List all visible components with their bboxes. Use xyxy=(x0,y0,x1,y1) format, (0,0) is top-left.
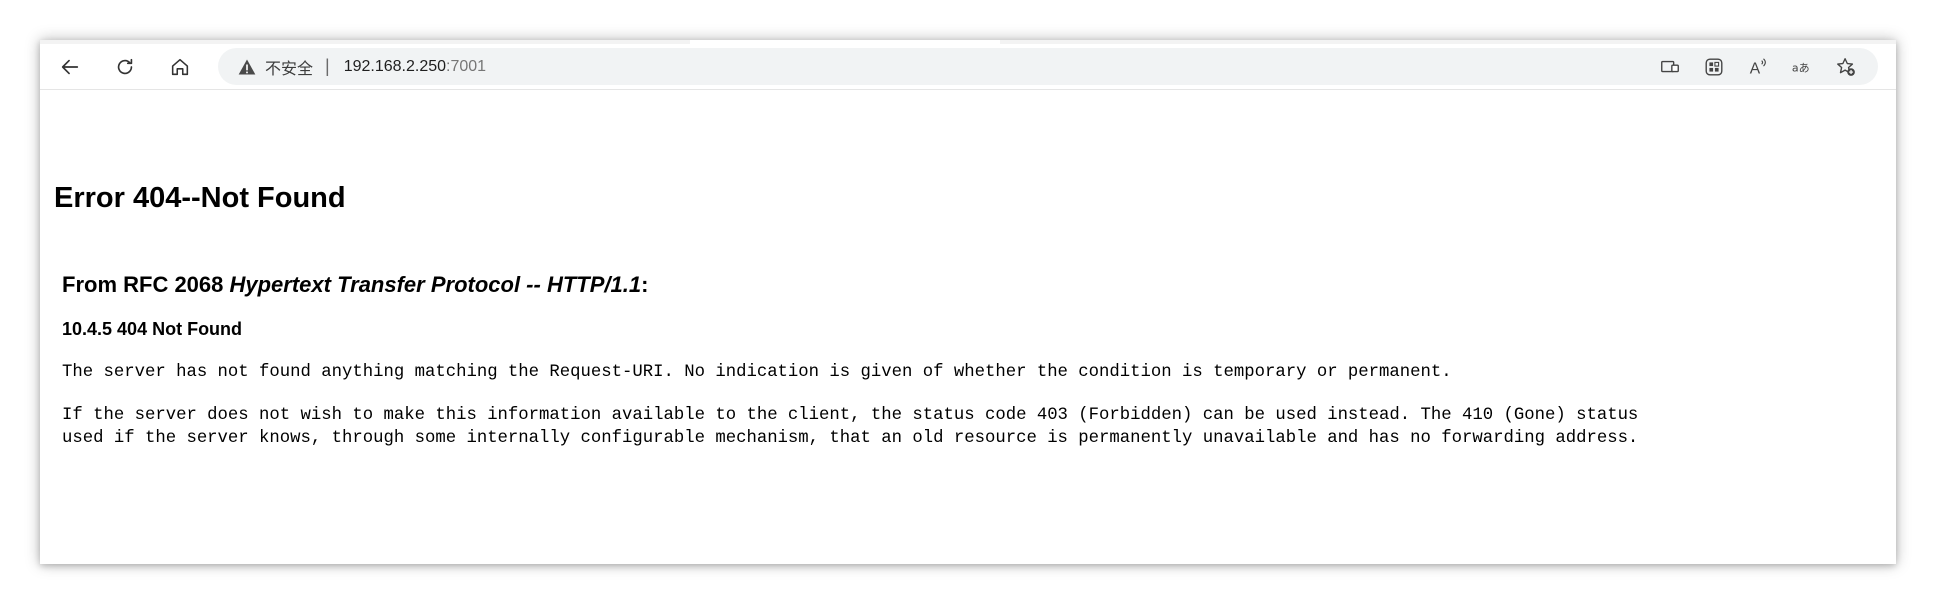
paragraph-line: If the server does not wish to make this… xyxy=(62,406,1639,425)
warning-triangle-icon xyxy=(238,59,256,74)
add-favorite-button[interactable] xyxy=(1824,51,1868,83)
back-button[interactable] xyxy=(52,49,88,85)
immersive-reader-icon xyxy=(1661,60,1679,72)
translate-button[interactable]: aあ xyxy=(1780,51,1824,83)
url-text[interactable]: 192.168.2.250:7001 xyxy=(344,58,486,76)
apps-icon xyxy=(1705,58,1723,75)
back-arrow-icon xyxy=(61,59,79,74)
page-content: Error 404--Not Found From RFC 2068 Hyper… xyxy=(40,90,1896,564)
read-aloud-button[interactable]: A xyxy=(1736,51,1780,83)
rfc-prefix: From RFC 2068 xyxy=(62,272,230,297)
address-bar[interactable]: 不安全 | 192.168.2.250:7001 A aあ xyxy=(218,48,1878,85)
reload-button[interactable] xyxy=(107,49,143,85)
read-aloud-icon: A xyxy=(1750,57,1766,77)
home-button[interactable] xyxy=(162,49,198,85)
address-separator: | xyxy=(325,56,330,76)
section-heading: 10.4.5 404 Not Found xyxy=(62,319,243,339)
browser-window: 不安全 | 192.168.2.250:7001 A aあ Error 404-… xyxy=(40,40,1896,564)
translate-icon: aあ xyxy=(1792,61,1810,74)
svg-text:aあ: aあ xyxy=(1792,61,1810,74)
security-indicator[interactable]: 不安全 xyxy=(237,55,313,79)
paragraph-line: used if the server knows, through some i… xyxy=(62,429,1639,448)
paragraph-not-found: The server has not found anything matchi… xyxy=(62,363,1452,382)
address-bar-actions: A aあ xyxy=(1648,48,1868,85)
browser-toolbar: 不安全 | 192.168.2.250:7001 A aあ xyxy=(40,44,1896,90)
rfc-heading: From RFC 2068 Hypertext Transfer Protoco… xyxy=(62,272,648,298)
immersive-reader-button[interactable] xyxy=(1648,51,1692,83)
rfc-protocol-title: Hypertext Transfer Protocol -- HTTP/1.1 xyxy=(229,272,642,297)
svg-text:A: A xyxy=(1750,60,1761,77)
apps-button[interactable] xyxy=(1692,51,1736,83)
url-host: 192.168.2.250 xyxy=(343,57,447,75)
url-port: :7001 xyxy=(446,57,487,75)
paragraph-forbidden-gone: If the server does not wish to make this… xyxy=(62,404,1638,450)
add-favorite-icon xyxy=(1837,57,1855,76)
reload-icon xyxy=(117,58,133,74)
page-title: Error 404--Not Found xyxy=(54,182,346,214)
home-icon xyxy=(171,58,189,75)
rfc-suffix: : xyxy=(641,272,649,297)
security-label: 不安全 xyxy=(265,58,314,78)
